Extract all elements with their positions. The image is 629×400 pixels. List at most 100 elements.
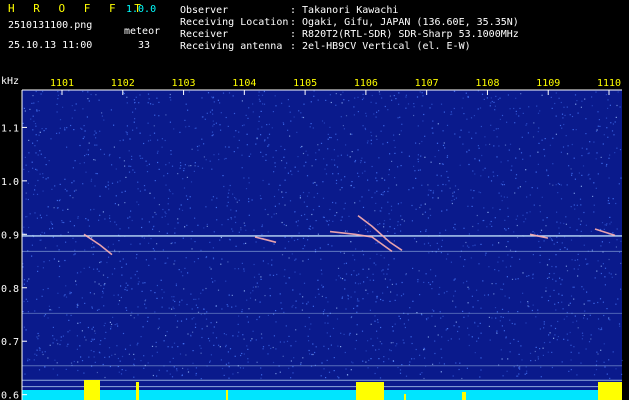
noise-speck	[388, 174, 390, 176]
noise-speck	[179, 162, 182, 164]
noise-speck	[446, 290, 448, 293]
noise-speck	[99, 214, 101, 216]
noise-speck	[139, 243, 141, 245]
noise-speck	[255, 339, 257, 341]
noise-speck	[228, 189, 230, 191]
noise-speck	[114, 268, 116, 270]
noise-speck	[419, 169, 421, 171]
noise-speck	[498, 256, 500, 258]
noise-speck	[209, 160, 211, 162]
noise-speck	[369, 257, 371, 260]
noise-speck	[63, 295, 65, 297]
noise-speck	[171, 346, 173, 348]
noise-speck	[501, 325, 503, 327]
noise-speck	[390, 205, 393, 207]
noise-speck	[467, 302, 469, 304]
noise-speck	[279, 371, 281, 373]
noise-speck	[334, 164, 336, 166]
noise-speck	[326, 164, 328, 166]
noise-speck	[391, 99, 393, 101]
noise-speck	[375, 116, 377, 118]
noise-speck	[350, 296, 352, 298]
noise-speck	[357, 111, 359, 113]
noise-speck	[23, 279, 26, 281]
noise-speck	[607, 107, 609, 109]
noise-speck	[354, 161, 356, 163]
noise-speck	[152, 103, 154, 105]
noise-speck	[340, 277, 342, 279]
noise-speck	[185, 195, 188, 197]
noise-speck	[243, 243, 245, 245]
noise-speck	[569, 302, 571, 304]
noise-speck	[570, 168, 572, 170]
noise-speck	[597, 301, 599, 304]
noise-speck	[32, 142, 34, 144]
noise-speck	[123, 160, 125, 162]
noise-speck	[226, 205, 228, 207]
noise-speck	[459, 164, 461, 166]
noise-speck	[436, 242, 438, 244]
noise-speck	[183, 288, 185, 290]
noise-speck	[158, 326, 160, 328]
noise-speck	[283, 123, 285, 125]
noise-speck	[369, 279, 371, 281]
noise-speck	[115, 224, 118, 226]
noise-speck	[401, 218, 403, 221]
noise-speck	[102, 363, 104, 366]
noise-speck	[149, 192, 151, 194]
noise-speck	[396, 294, 398, 296]
noise-speck	[532, 304, 534, 306]
noise-speck	[211, 277, 213, 280]
noise-speck	[27, 198, 29, 201]
noise-speck	[321, 362, 323, 364]
noise-speck	[434, 340, 436, 342]
noise-speck	[580, 362, 582, 364]
noise-speck	[473, 115, 475, 117]
noise-speck	[182, 275, 184, 277]
noise-speck	[272, 346, 274, 349]
noise-speck	[108, 347, 111, 349]
noise-speck	[109, 215, 111, 217]
noise-speck	[243, 353, 245, 355]
noise-speck	[50, 138, 52, 140]
noise-speck	[267, 314, 269, 316]
noise-speck	[484, 294, 486, 296]
noise-speck	[413, 358, 415, 360]
noise-speck	[296, 131, 298, 133]
noise-speck	[72, 167, 74, 169]
noise-speck	[425, 318, 428, 320]
noise-speck	[22, 266, 24, 268]
noise-speck	[421, 372, 423, 374]
noise-speck	[585, 133, 587, 135]
noise-speck	[150, 290, 152, 292]
noise-speck	[165, 114, 167, 116]
noise-speck	[24, 156, 26, 158]
noise-speck	[616, 104, 618, 107]
noise-speck	[566, 333, 568, 335]
noise-speck	[558, 293, 560, 295]
noise-speck	[429, 208, 431, 210]
noise-speck	[101, 296, 103, 298]
noise-speck	[317, 288, 319, 290]
noise-speck	[416, 96, 419, 98]
noise-speck	[238, 231, 240, 233]
noise-speck	[381, 97, 383, 99]
noise-speck	[261, 94, 264, 96]
noise-speck	[211, 199, 213, 201]
noise-speck	[603, 134, 605, 136]
noise-speck	[318, 205, 320, 207]
noise-speck	[506, 370, 508, 372]
noise-speck	[56, 207, 59, 209]
noise-speck	[263, 103, 266, 105]
noise-speck	[133, 99, 135, 101]
noise-speck	[329, 94, 331, 96]
noise-speck	[171, 165, 174, 167]
noise-speck	[586, 263, 588, 265]
noise-speck	[560, 283, 562, 285]
noise-speck	[353, 114, 355, 116]
noise-speck	[299, 197, 301, 199]
noise-speck	[293, 357, 295, 359]
noise-speck	[37, 265, 39, 268]
noise-speck	[316, 184, 318, 186]
noise-speck	[297, 170, 299, 172]
